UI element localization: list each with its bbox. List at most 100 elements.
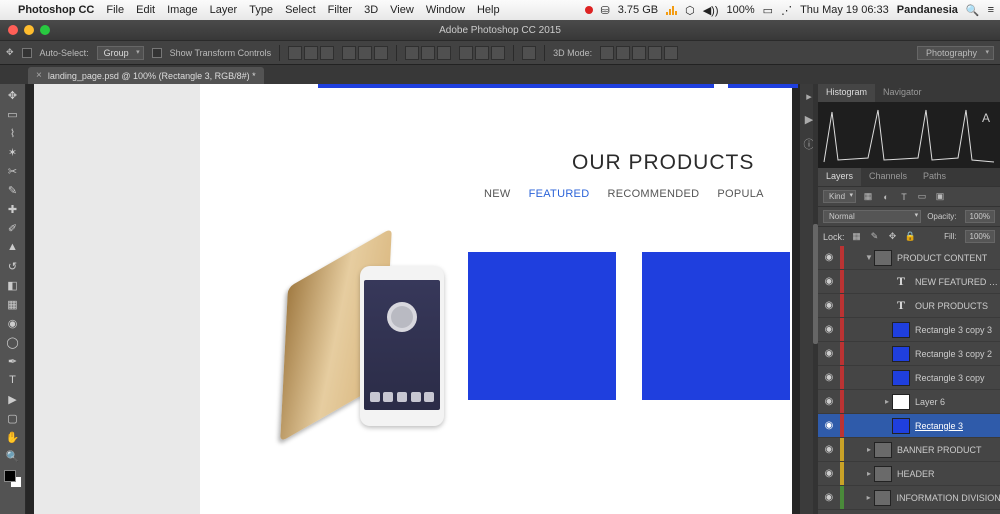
menu-help[interactable]: Help <box>477 4 500 16</box>
visibility-toggle[interactable]: ◉ <box>818 324 840 335</box>
layer-name[interactable]: Rectangle 3 copy 2 <box>915 349 992 359</box>
filter-shape-icon[interactable]: ▭ <box>916 191 928 203</box>
color-swatches[interactable] <box>4 470 22 488</box>
menu-type[interactable]: Type <box>249 4 273 16</box>
zoom-tool[interactable]: 🔍 <box>3 447 23 465</box>
disclosure-arrow[interactable]: ▸ <box>864 469 874 478</box>
visibility-toggle[interactable]: ◉ <box>818 252 840 263</box>
dodge-tool[interactable]: ◯ <box>3 333 23 351</box>
layer-name[interactable]: PRODUCT CONTENT <box>897 253 987 263</box>
menu-layer[interactable]: Layer <box>210 4 238 16</box>
close-window-button[interactable] <box>8 25 18 35</box>
battery-status[interactable]: 100% <box>727 4 755 16</box>
layer-row[interactable]: ◉ ▸ Layer 6 <box>818 390 1000 414</box>
menu-filter[interactable]: Filter <box>328 4 352 16</box>
auto-select-checkbox[interactable] <box>22 48 32 58</box>
slide-icon[interactable] <box>648 46 662 60</box>
align-bottom-icon[interactable] <box>320 46 334 60</box>
datetime[interactable]: Thu May 19 06:33 <box>800 4 889 16</box>
menu-file[interactable]: File <box>106 4 124 16</box>
layer-name[interactable]: Layer 6 <box>915 397 945 407</box>
menu-window[interactable]: Window <box>426 4 465 16</box>
layer-name[interactable]: HEADER <box>897 469 935 479</box>
stamp-tool[interactable]: ▲ <box>3 238 23 256</box>
pan-icon[interactable] <box>632 46 646 60</box>
tab-histogram[interactable]: Histogram <box>818 84 875 102</box>
brush-tool[interactable]: ✐ <box>3 219 23 237</box>
layer-name[interactable]: Rectangle 3 copy 3 <box>915 325 992 335</box>
disclosure-arrow[interactable]: ▼ <box>864 253 874 262</box>
visibility-toggle[interactable]: ◉ <box>818 276 840 287</box>
healing-tool[interactable]: ✚ <box>3 200 23 218</box>
minimize-window-button[interactable] <box>24 25 34 35</box>
layer-row[interactable]: ◉TNEW FEATURED … <box>818 270 1000 294</box>
layer-row[interactable]: ◉▸INFORMATION DIVISION <box>818 486 1000 510</box>
align-left-icon[interactable] <box>342 46 356 60</box>
disclosure-arrow[interactable]: ▸ <box>882 397 892 406</box>
align-hcenter-icon[interactable] <box>358 46 372 60</box>
disclosure-arrow[interactable]: ▸ <box>864 445 874 454</box>
volume-icon[interactable]: ◀)) <box>703 4 719 17</box>
layer-name[interactable]: OUR PRODUCTS <box>915 301 988 311</box>
zoom-window-button[interactable] <box>40 25 50 35</box>
notification-center-icon[interactable]: ≡ <box>988 4 994 16</box>
filter-type-icon[interactable]: T <box>898 191 910 203</box>
type-tool[interactable]: T <box>3 371 23 389</box>
scrollbar-thumb[interactable] <box>813 224 818 344</box>
layer-row[interactable]: ◉Rectangle 3 copy 2 <box>818 342 1000 366</box>
visibility-toggle[interactable]: ◉ <box>818 372 840 383</box>
history-brush-tool[interactable]: ↺ <box>3 257 23 275</box>
menu-select[interactable]: Select <box>285 4 316 16</box>
move-tool[interactable]: ✥ <box>3 86 23 104</box>
layer-row[interactable]: ◉ ▸ HEADER <box>818 462 1000 486</box>
canvas-area[interactable]: OUR PRODUCTS NEW FEATURED RECOMMENDED PO… <box>26 84 800 514</box>
auto-align-icon[interactable] <box>522 46 536 60</box>
visibility-toggle[interactable]: ◉ <box>818 444 840 455</box>
visibility-toggle[interactable]: ◉ <box>818 468 840 479</box>
visibility-toggle[interactable]: ◉ <box>818 396 840 407</box>
menu-edit[interactable]: Edit <box>136 4 155 16</box>
layer-list[interactable]: ◉ ▼ PRODUCT CONTENT ◉TNEW FEATURED …◉TOUR P… <box>818 246 1000 514</box>
document-canvas[interactable]: OUR PRODUCTS NEW FEATURED RECOMMENDED PO… <box>34 84 792 514</box>
panel-expand-icon[interactable]: ▸ <box>806 90 812 103</box>
user-menu[interactable]: Pandanesia <box>897 4 958 16</box>
workspace-dropdown[interactable]: Photography <box>917 46 994 60</box>
quick-select-tool[interactable]: ✶ <box>3 143 23 161</box>
align-top-icon[interactable] <box>288 46 302 60</box>
layer-row[interactable]: ◉TOUR PRODUCTS <box>818 294 1000 318</box>
auto-select-dropdown[interactable]: Group <box>97 46 144 60</box>
lasso-tool[interactable]: ⌇ <box>3 124 23 142</box>
wifi-icon[interactable]: ⋰ <box>781 4 792 17</box>
layer-name[interactable]: Rectangle 3 <box>915 421 963 431</box>
lock-all-icon[interactable]: 🔒 <box>905 231 917 243</box>
visibility-toggle[interactable]: ◉ <box>818 492 840 503</box>
zoom3d-icon[interactable] <box>664 46 678 60</box>
hand-tool[interactable]: ✋ <box>3 428 23 446</box>
visibility-toggle[interactable]: ◉ <box>818 420 840 431</box>
dropbox-icon[interactable]: ⬡ <box>685 4 695 17</box>
canvas-scrollbar[interactable] <box>813 84 818 514</box>
eraser-tool[interactable]: ◧ <box>3 276 23 294</box>
align-right-icon[interactable] <box>374 46 388 60</box>
tab-paths[interactable]: Paths <box>915 168 954 186</box>
document-tab[interactable]: × landing_page.psd @ 100% (Rectangle 3, … <box>28 67 264 84</box>
filter-kind-dropdown[interactable]: Kind <box>823 190 856 203</box>
layer-row[interactable]: ◉ Rectangle 3 <box>818 414 1000 438</box>
spotlight-icon[interactable]: 🔍 <box>966 4 980 17</box>
dist-left-icon[interactable] <box>459 46 473 60</box>
layer-row[interactable]: ◉▸BANNER PRODUCT <box>818 438 1000 462</box>
opacity-value[interactable]: 100% <box>965 210 995 223</box>
layer-row[interactable]: ◉Rectangle 1 <box>818 510 1000 514</box>
rectangle-tool[interactable]: ▢ <box>3 409 23 427</box>
eyedropper-tool[interactable]: ✎ <box>3 181 23 199</box>
show-controls-checkbox[interactable] <box>152 48 162 58</box>
path-select-tool[interactable]: ▶ <box>3 390 23 408</box>
panel-play-icon[interactable]: ▶ <box>805 113 813 126</box>
menu-view[interactable]: View <box>390 4 414 16</box>
dist-vcenter-icon[interactable] <box>421 46 435 60</box>
tab-channels[interactable]: Channels <box>861 168 915 186</box>
lock-trans-icon[interactable]: ▦ <box>851 231 863 243</box>
layer-name[interactable]: NEW FEATURED … <box>915 277 998 287</box>
tab-layers[interactable]: Layers <box>818 168 861 186</box>
filter-pixel-icon[interactable]: ▦ <box>862 191 874 203</box>
